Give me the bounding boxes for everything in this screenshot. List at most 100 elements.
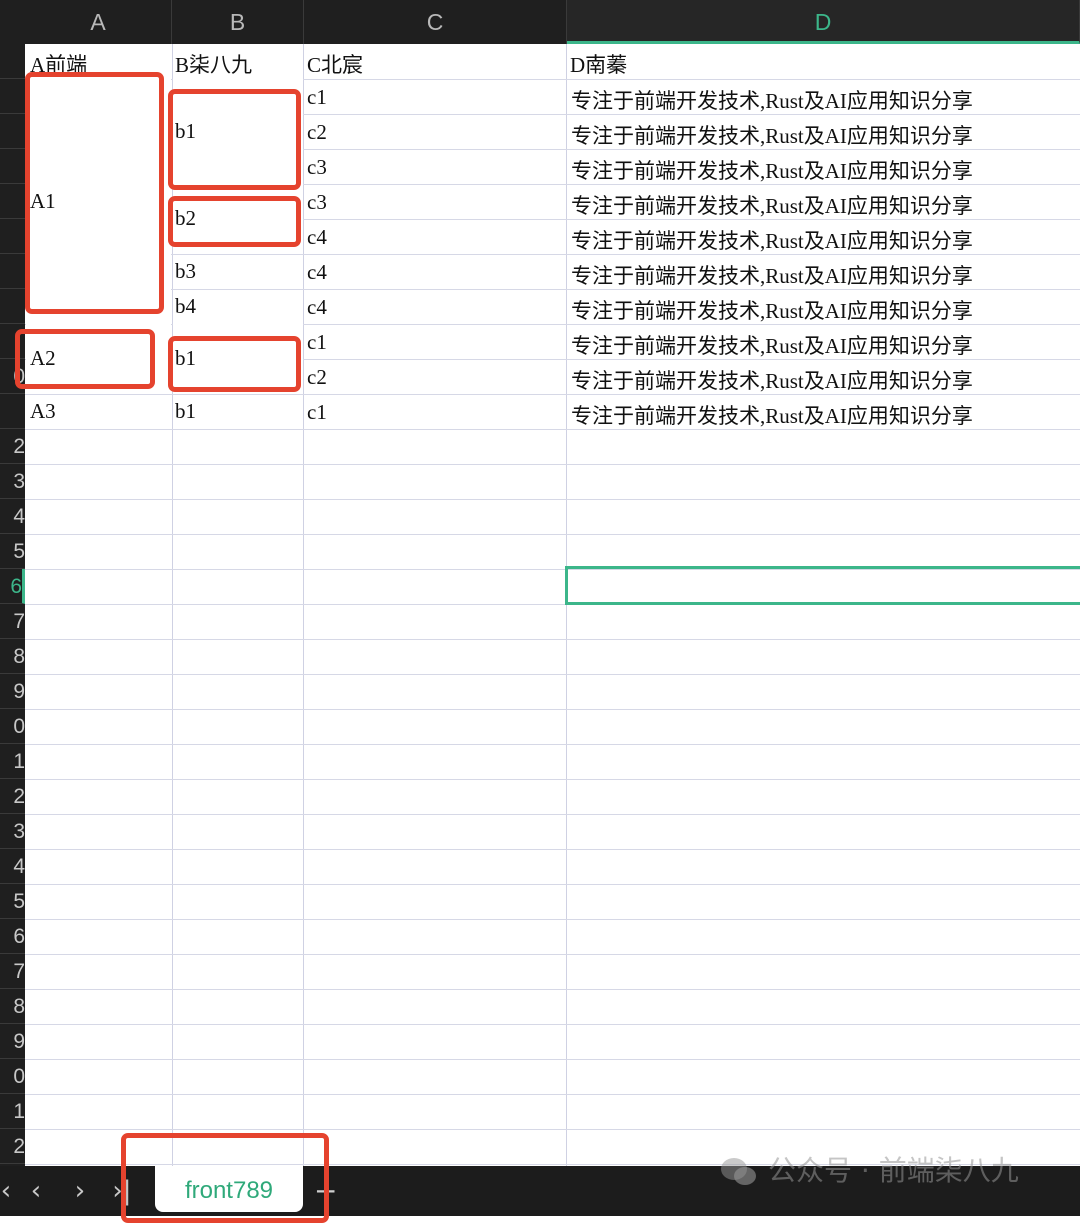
- cell-d[interactable]: 专注于前端开发技术,Rust及AI应用知识分享: [571, 85, 973, 115]
- row-gridline: [25, 884, 1080, 885]
- cell-c[interactable]: c1: [307, 400, 327, 425]
- selected-cell[interactable]: [565, 566, 1080, 605]
- row-header-bar: 0234567890123456789012: [0, 44, 25, 1166]
- row-gridline: [25, 779, 1080, 780]
- column-gridline: [566, 44, 567, 1166]
- column-header-d[interactable]: D: [567, 0, 1080, 44]
- row-gridline: [25, 1024, 1080, 1025]
- cell-d[interactable]: 专注于前端开发技术,Rust及AI应用知识分享: [571, 120, 973, 150]
- cell-c[interactable]: c1: [307, 330, 327, 355]
- row-gridline: [25, 954, 1080, 955]
- row-header[interactable]: 2: [0, 1129, 25, 1164]
- chevron-first-icon: ‹: [0, 1176, 12, 1206]
- wechat-icon: [721, 1158, 756, 1185]
- cell-b4[interactable]: b4: [175, 294, 196, 319]
- row-header[interactable]: 9: [0, 674, 25, 709]
- row-header[interactable]: 7: [0, 604, 25, 639]
- annotation-box-b1: [168, 89, 301, 190]
- row-header[interactable]: 2: [0, 429, 25, 464]
- cell-d[interactable]: 专注于前端开发技术,Rust及AI应用知识分享: [571, 365, 973, 395]
- cell-d[interactable]: 专注于前端开发技术,Rust及AI应用知识分享: [571, 190, 973, 220]
- row-header[interactable]: 8: [0, 639, 25, 674]
- cell-d[interactable]: 专注于前端开发技术,Rust及AI应用知识分享: [571, 155, 973, 185]
- cell-c[interactable]: c3: [307, 155, 327, 180]
- column-header-b[interactable]: B: [172, 0, 304, 44]
- row-header[interactable]: 5: [0, 534, 25, 569]
- row-header[interactable]: [0, 394, 25, 429]
- row-header[interactable]: 3: [0, 814, 25, 849]
- cell-d[interactable]: 专注于前端开发技术,Rust及AI应用知识分享: [571, 330, 973, 360]
- row-header[interactable]: 9: [0, 1024, 25, 1059]
- header-cell-c[interactable]: C北宸: [307, 49, 363, 79]
- annotation-box-a2: [15, 329, 155, 389]
- watermark: 公众号 · 前端柒八九: [720, 1148, 1019, 1194]
- row-header[interactable]: [0, 114, 25, 149]
- row-header[interactable]: 1: [0, 744, 25, 779]
- column-header-a[interactable]: A: [25, 0, 172, 44]
- row-header[interactable]: 7: [0, 954, 25, 989]
- cell-d[interactable]: 专注于前端开发技术,Rust及AI应用知识分享: [571, 400, 973, 430]
- cell-c[interactable]: c2: [307, 365, 327, 390]
- cell-d[interactable]: 专注于前端开发技术,Rust及AI应用知识分享: [571, 295, 973, 325]
- row-header[interactable]: [0, 44, 25, 79]
- cell-c[interactable]: c4: [307, 295, 327, 320]
- cell-c[interactable]: c4: [307, 225, 327, 250]
- row-header[interactable]: [0, 219, 25, 254]
- row-header[interactable]: 6: [0, 919, 25, 954]
- cell-c[interactable]: c1: [307, 85, 327, 110]
- column-header-bar: A B C D: [0, 0, 1080, 44]
- row-gridline: [25, 1094, 1080, 1095]
- row-header[interactable]: 5: [0, 884, 25, 919]
- select-all-corner[interactable]: [0, 0, 26, 44]
- first-sheet-button[interactable]: ‹: [0, 1176, 20, 1206]
- chevron-left-icon: ‹: [30, 1176, 42, 1206]
- row-header[interactable]: 1: [0, 1094, 25, 1129]
- row-gridline: [25, 1129, 1080, 1130]
- cell-d[interactable]: 专注于前端开发技术,Rust及AI应用知识分享: [571, 225, 973, 255]
- row-header[interactable]: [0, 184, 25, 219]
- cell-c[interactable]: c4: [307, 260, 327, 285]
- row-header[interactable]: 8: [0, 989, 25, 1024]
- annotation-box-b2: [168, 196, 301, 247]
- row-header[interactable]: 2: [0, 779, 25, 814]
- prev-sheet-button[interactable]: ‹: [22, 1176, 50, 1206]
- cell-a3[interactable]: A3: [30, 399, 56, 424]
- row-header[interactable]: [0, 289, 25, 324]
- row-gridline: [25, 639, 1080, 640]
- row-gridline: [25, 814, 1080, 815]
- column-gridline: [303, 44, 304, 1166]
- row-header[interactable]: 4: [0, 849, 25, 884]
- row-gridline: [25, 919, 1080, 920]
- column-header-c[interactable]: C: [304, 0, 567, 44]
- row-gridline: [25, 989, 1080, 990]
- row-header[interactable]: 0: [0, 1059, 25, 1094]
- row-gridline: [25, 849, 1080, 850]
- cell-b1-a3[interactable]: b1: [175, 399, 196, 424]
- row-gridline: [25, 534, 1080, 535]
- header-cell-d[interactable]: D南蓁: [570, 49, 627, 79]
- row-gridline: [25, 499, 1080, 500]
- header-cell-b[interactable]: B柒八九: [175, 49, 252, 79]
- row-header[interactable]: [0, 254, 25, 289]
- row-header[interactable]: 6: [0, 569, 25, 604]
- annotation-box-b1-a2: [168, 336, 301, 392]
- row-header[interactable]: [0, 79, 25, 114]
- annotation-box-a1: [25, 72, 164, 314]
- row-gridline: [25, 744, 1080, 745]
- row-header[interactable]: 3: [0, 464, 25, 499]
- cell-c[interactable]: c3: [307, 190, 327, 215]
- next-sheet-button[interactable]: ›: [66, 1176, 94, 1206]
- row-header[interactable]: [0, 149, 25, 184]
- chevron-right-icon: ›: [74, 1176, 86, 1206]
- cell-d[interactable]: 专注于前端开发技术,Rust及AI应用知识分享: [571, 260, 973, 290]
- spreadsheet-app: A B C D 0234567890123456789012 A前端 B柒八九 …: [0, 0, 1080, 1223]
- row-gridline: [25, 1059, 1080, 1060]
- row-header[interactable]: 4: [0, 499, 25, 534]
- row-header[interactable]: 0: [0, 709, 25, 744]
- cell-c[interactable]: c2: [307, 120, 327, 145]
- cell-b3[interactable]: b3: [175, 259, 196, 284]
- row-gridline: [25, 709, 1080, 710]
- annotation-box-sheet-tab: [121, 1133, 329, 1223]
- watermark-text: 公众号 · 前端柒八九: [768, 1154, 1019, 1187]
- row-gridline: [25, 464, 1080, 465]
